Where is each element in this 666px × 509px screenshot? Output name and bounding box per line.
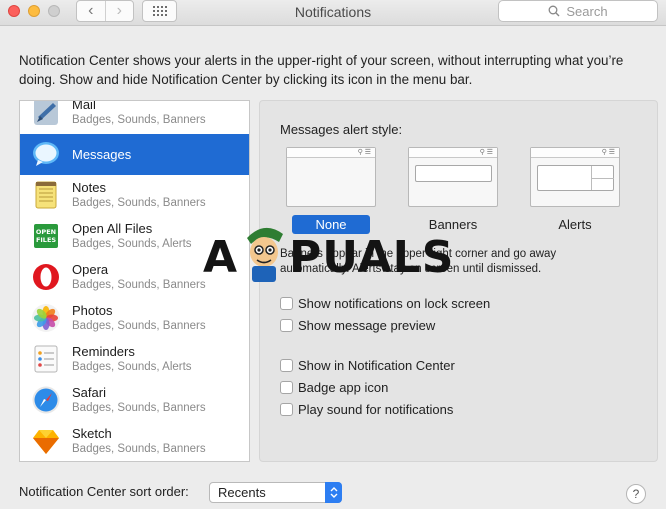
banner-shape xyxy=(415,165,492,182)
mascot-icon xyxy=(247,227,283,282)
list-item-reminders[interactable]: Reminders Badges, Sounds, Alerts xyxy=(20,339,249,380)
notification-center-checkbox-row[interactable]: Show in Notification Center xyxy=(280,357,455,373)
menubar-icons: ⚲ ☰ xyxy=(601,149,615,156)
badge-app-icon-checkbox-row[interactable]: Badge app icon xyxy=(280,379,388,395)
safari-icon xyxy=(32,386,60,414)
list-item-notes[interactable]: Notes Badges, Sounds, Banners xyxy=(20,175,249,216)
menubar-icons: ⚲ ☰ xyxy=(479,149,493,156)
alert-shape xyxy=(537,165,614,191)
messages-icon xyxy=(33,142,59,166)
watermark-letters-puals: PUALS xyxy=(289,232,455,283)
help-button[interactable]: ? xyxy=(626,484,646,504)
play-sound-checkbox-row[interactable]: Play sound for notifications xyxy=(280,401,453,417)
watermark-letter-a: A xyxy=(203,232,239,283)
notification-center-checkbox[interactable] xyxy=(280,358,293,372)
svg-text:FILES: FILES xyxy=(36,236,56,244)
title-bar: ‹ › Notifications Search xyxy=(0,0,666,26)
message-preview-checkbox-row[interactable]: Show message preview xyxy=(280,317,435,333)
style-none-thumbnail[interactable]: ⚲ ☰ xyxy=(286,147,376,207)
reminders-icon xyxy=(34,345,58,373)
style-banners-thumbnail[interactable]: ⚲ ☰ xyxy=(408,147,498,207)
list-item-messages[interactable]: Messages xyxy=(20,134,249,175)
sort-order-value: Recents xyxy=(218,485,266,500)
notes-icon xyxy=(35,181,57,209)
open-files-icon: OPEN FILES xyxy=(34,224,58,248)
updown-chevron-icon xyxy=(325,482,342,503)
opera-icon xyxy=(33,264,59,290)
badge-app-icon-checkbox[interactable] xyxy=(280,380,293,394)
menubar-icons: ⚲ ☰ xyxy=(357,149,371,156)
lock-screen-checkbox[interactable] xyxy=(280,296,293,310)
style-alerts-label[interactable]: Alerts xyxy=(530,215,620,234)
list-item-sketch[interactable]: Sketch Badges, Sounds, Banners xyxy=(20,421,249,461)
sort-order-label: Notification Center sort order: xyxy=(19,484,189,499)
sort-order-select[interactable]: Recents xyxy=(209,482,342,503)
alert-style-heading: Messages alert style: xyxy=(280,122,403,137)
search-field[interactable]: Search xyxy=(498,0,658,22)
sketch-icon xyxy=(33,430,59,454)
mail-icon xyxy=(34,101,58,125)
list-item-photos[interactable]: Photos Badges, Sounds, Banners xyxy=(20,298,249,339)
intro-text: Notification Center shows your alerts in… xyxy=(19,53,624,87)
play-sound-checkbox[interactable] xyxy=(280,402,293,416)
search-icon xyxy=(548,5,560,17)
search-placeholder: Search xyxy=(566,3,608,19)
message-preview-checkbox[interactable] xyxy=(280,318,293,332)
photos-icon xyxy=(32,304,60,332)
list-item-safari[interactable]: Safari Badges, Sounds, Banners xyxy=(20,380,249,421)
svg-text:OPEN: OPEN xyxy=(36,228,56,236)
style-alerts-thumbnail[interactable]: ⚲ ☰ xyxy=(530,147,620,207)
lock-screen-checkbox-row[interactable]: Show notifications on lock screen xyxy=(280,295,490,311)
list-item-mail[interactable]: Mail Badges, Sounds, Banners xyxy=(20,101,249,133)
appuals-watermark: A PUALS xyxy=(203,222,453,292)
